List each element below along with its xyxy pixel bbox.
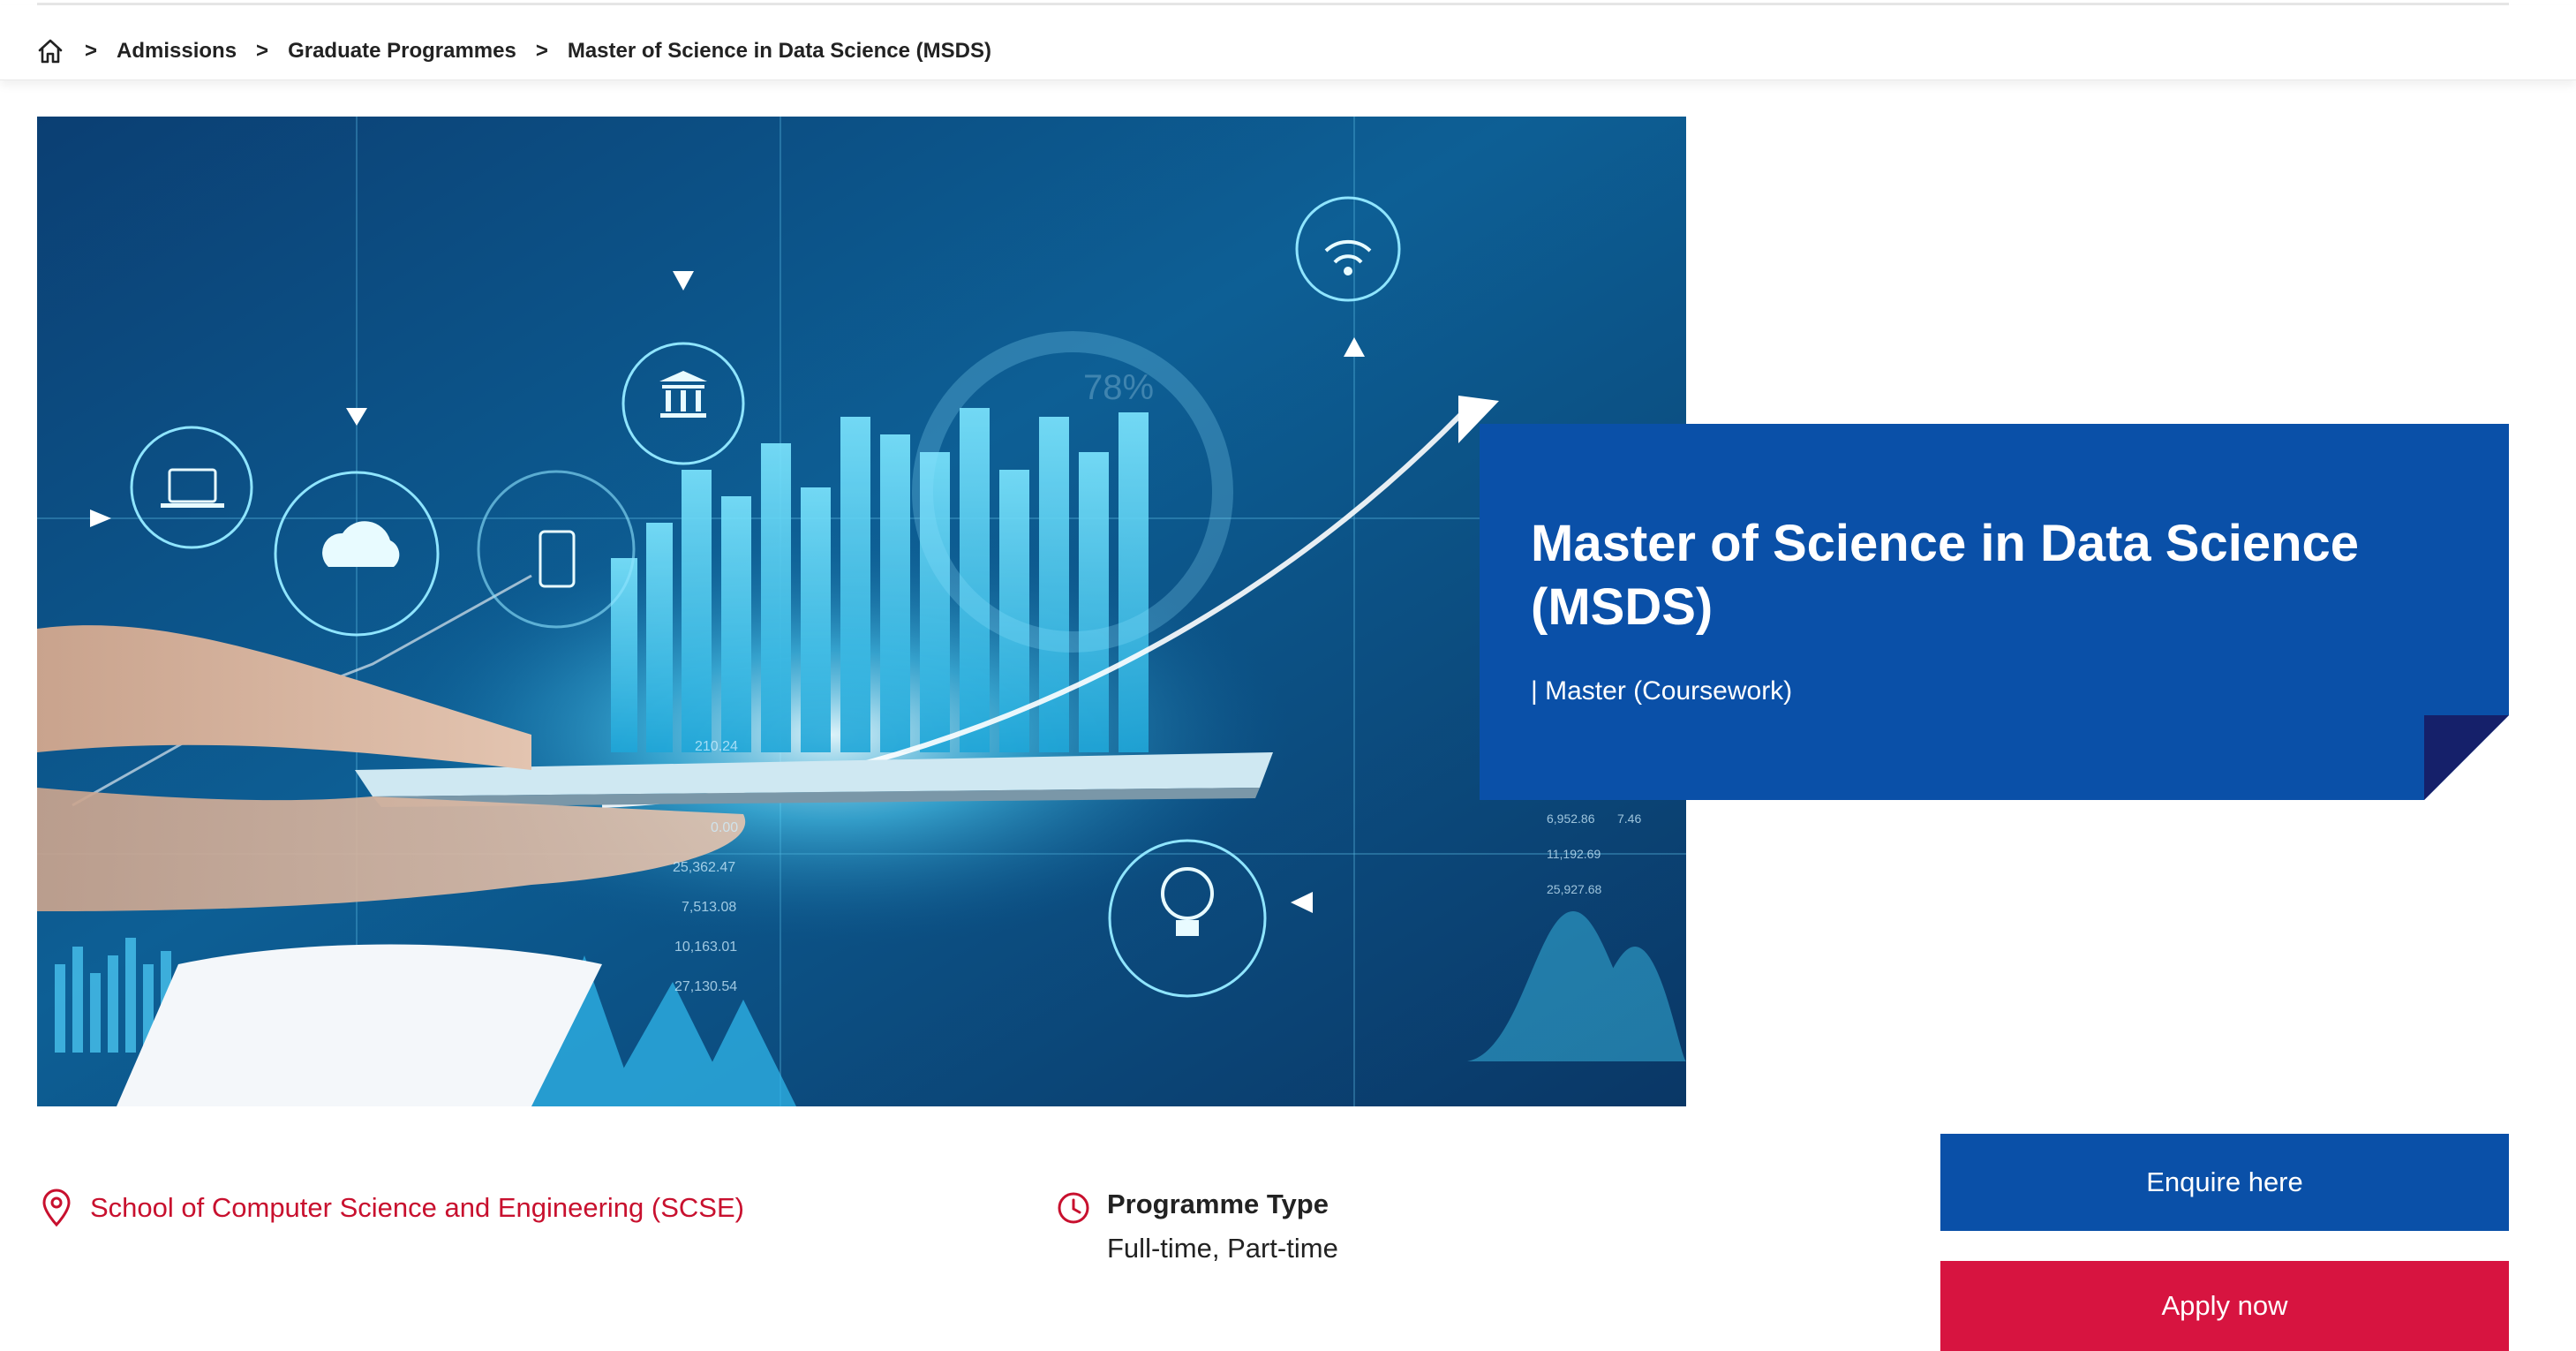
breadcrumb-separator: > [85,39,98,63]
svg-text:7,513.08: 7,513.08 [682,900,736,915]
breadcrumb-separator: > [256,39,269,63]
svg-text:11,192.69: 11,192.69 [1547,847,1601,861]
page-title: Master of Science in Data Science (MSDS) [1531,515,2360,636]
school-link[interactable]: School of Computer Science and Engineeri… [90,1192,744,1224]
hero-image: 78% 210.24 0.00 25,362.47 7,513.08 10,16… [37,117,1686,1106]
location-pin-icon [39,1189,74,1227]
svg-text:78%: 78% [1083,368,1154,407]
breadcrumb-admissions[interactable]: Admissions [117,39,237,64]
corner-fold [2424,715,2509,800]
breadcrumb: > Admissions > Graduate Programmes > Mas… [35,30,991,72]
home-icon[interactable] [35,36,65,66]
svg-text:25,362.47: 25,362.47 [673,860,735,875]
programme-type-label: Programme Type [1107,1189,1329,1219]
svg-text:210.24: 210.24 [695,739,738,754]
enquire-button[interactable]: Enquire here [1940,1134,2509,1231]
breadcrumb-bar: > Admissions > Graduate Programmes > Mas… [0,5,2576,80]
school-info: School of Computer Science and Engineeri… [39,1189,744,1227]
apply-button[interactable]: Apply now [1940,1261,2509,1351]
programme-type-value: Full-time, Part-time [1107,1233,1338,1264]
clock-icon [1056,1190,1091,1226]
svg-text:10,163.01: 10,163.01 [674,940,737,955]
svg-text:27,130.54: 27,130.54 [674,979,737,994]
breadcrumb-current-page: Master of Science in Data Science (MSDS) [567,39,991,63]
svg-text:6,952.86: 6,952.86 [1547,811,1595,826]
svg-text:7.46: 7.46 [1617,811,1641,826]
breadcrumb-separator: > [535,39,548,63]
shirt-cuff [117,944,602,1106]
programme-level: | Master (Coursework) [1531,676,1793,706]
programme-title-card: Master of Science in Data Science (MSDS)… [1480,424,2509,800]
breadcrumb-graduate-programmes[interactable]: Graduate Programmes [288,39,516,64]
svg-text:0.00: 0.00 [711,820,738,835]
svg-text:25,927.68: 25,927.68 [1547,882,1601,896]
